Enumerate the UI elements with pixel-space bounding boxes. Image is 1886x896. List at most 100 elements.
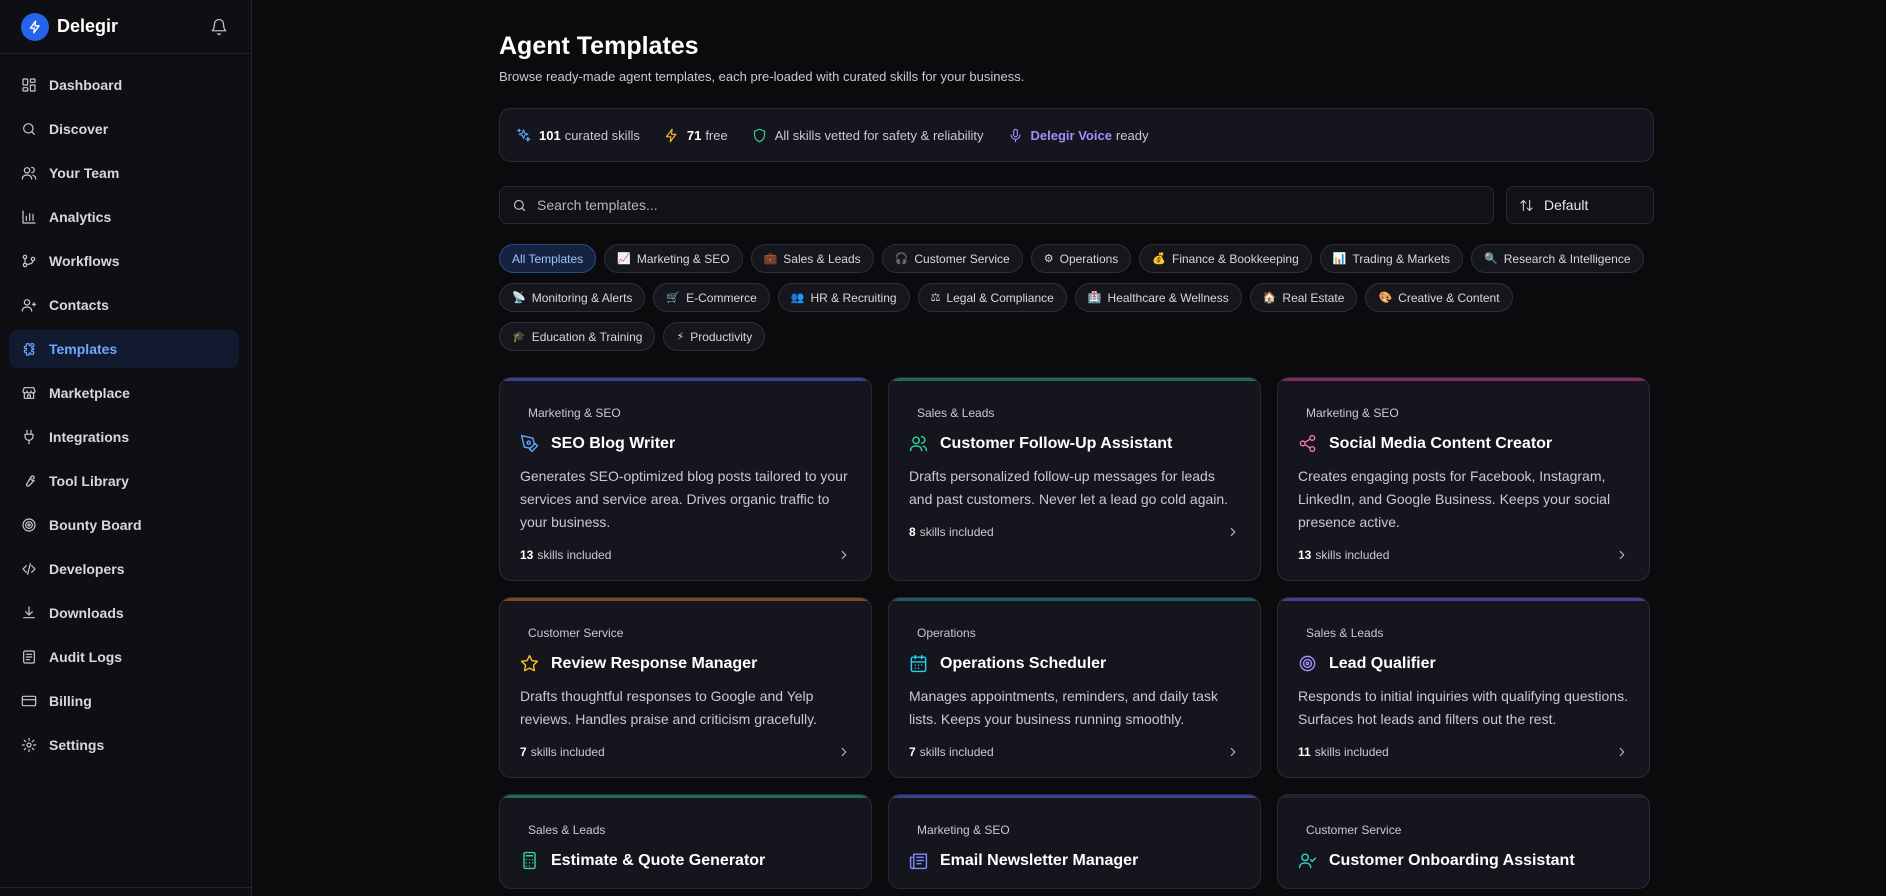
bell-icon[interactable] bbox=[208, 16, 230, 38]
card-category: Marketing & SEO bbox=[1306, 406, 1399, 420]
filter-chip-monitoring-alerts[interactable]: 📡 Monitoring & Alerts bbox=[499, 283, 646, 312]
template-card[interactable]: Marketing & SEO Social Media Content Crea… bbox=[1277, 377, 1650, 581]
skills-label: skills included bbox=[919, 745, 994, 759]
sidebar-item-audit-logs[interactable]: Audit Logs bbox=[9, 638, 239, 676]
chip-icon: ⚡ bbox=[676, 331, 685, 343]
sidebar-item-your-team[interactable]: Your Team bbox=[9, 154, 239, 192]
sidebar-item-settings[interactable]: Settings bbox=[9, 726, 239, 764]
sidebar-item-developers[interactable]: Developers bbox=[9, 550, 239, 588]
chip-icon: ⚖ bbox=[930, 292, 941, 304]
sidebar-item-contacts[interactable]: Contacts bbox=[9, 286, 239, 324]
chevron-right-icon-glyph bbox=[1230, 747, 1236, 757]
filter-chip-finance-bookkeeping[interactable]: 💰 Finance & Bookkeeping bbox=[1139, 244, 1312, 273]
sidebar-item-label: Tool Library bbox=[49, 473, 129, 489]
chevron-right-icon[interactable] bbox=[1226, 525, 1240, 539]
filter-chip-real-estate[interactable]: 🏠 Real Estate bbox=[1249, 283, 1358, 312]
chevron-right-icon[interactable] bbox=[837, 745, 851, 759]
chip-icon: 💰 bbox=[1152, 253, 1167, 265]
chip-icon: 📈 bbox=[617, 253, 631, 265]
card-category: Sales & Leads bbox=[1306, 626, 1384, 640]
template-card[interactable]: Marketing & SEO SEO Blog Writer Generates … bbox=[499, 377, 872, 581]
sidebar-item-analytics[interactable]: Analytics bbox=[9, 198, 239, 236]
sidebar-item-label: Contacts bbox=[49, 297, 109, 313]
free-count: 71 bbox=[686, 127, 702, 143]
workflow-icon bbox=[22, 254, 36, 268]
filter-chip-healthcare-wellness[interactable]: 🏥 Healthcare & Wellness bbox=[1074, 283, 1242, 312]
filter-chip-e-commerce[interactable]: 🛒 E-Commerce bbox=[653, 283, 770, 312]
filter-chip-sales-leads[interactable]: 💼 Sales & Leads bbox=[750, 244, 874, 273]
brand-name[interactable]: Delegir bbox=[57, 16, 118, 37]
card-title-row: Estimate & Quote Generator bbox=[520, 851, 851, 870]
card-description: Generates SEO-optimized blog posts tailo… bbox=[520, 468, 848, 530]
search-input[interactable] bbox=[537, 197, 1481, 213]
template-card[interactable]: Customer Service Customer Onboarding Assi… bbox=[1277, 794, 1650, 889]
chevron-right-icon-glyph bbox=[841, 747, 847, 757]
sidebar-item-workflows[interactable]: Workflows bbox=[9, 242, 239, 280]
filter-chip-all-templates[interactable]: All Templates bbox=[499, 244, 597, 273]
card-category: Marketing & SEO bbox=[528, 406, 621, 420]
template-grid: Marketing & SEO SEO Blog Writer Generates … bbox=[499, 377, 1654, 889]
filter-chip-trading-markets[interactable]: 📊 Trading & Markets bbox=[1319, 244, 1464, 273]
stat-free: 71 free bbox=[664, 128, 728, 143]
filter-chip-creative-content[interactable]: 🎨 Creative & Content bbox=[1365, 283, 1513, 312]
target-icon bbox=[1299, 655, 1316, 672]
chip-icon: 📡 bbox=[512, 292, 526, 304]
card-description: Drafts thoughtful responses to Google an… bbox=[520, 688, 817, 727]
sidebar-item-downloads[interactable]: Downloads bbox=[9, 594, 239, 632]
template-card[interactable]: Sales & Leads Lead Qualifier Responds to i… bbox=[1277, 597, 1650, 778]
chip-label: Productivity bbox=[690, 329, 753, 344]
users-icon bbox=[21, 166, 37, 180]
chevron-right-icon[interactable] bbox=[1226, 745, 1240, 759]
card-title: Estimate & Quote Generator bbox=[551, 851, 766, 869]
filter-chip-operations[interactable]: ⚙ Operations bbox=[1030, 244, 1132, 273]
filter-chip-productivity[interactable]: ⚡ Productivity bbox=[663, 322, 766, 351]
sidebar-item-integrations[interactable]: Integrations bbox=[9, 418, 239, 456]
bolt-logo-icon[interactable] bbox=[21, 12, 49, 41]
template-card[interactable]: Marketing & SEO Email Newsletter Manager bbox=[888, 794, 1261, 889]
sidebar-item-tool-library[interactable]: Tool Library bbox=[9, 462, 239, 500]
filter-chip-hr-recruiting[interactable]: 👥 HR & Recruiting bbox=[777, 283, 910, 312]
template-card[interactable]: Sales & Leads Customer Follow-Up Assistan… bbox=[888, 377, 1261, 581]
filter-chip-marketing-seo[interactable]: 📈 Marketing & SEO bbox=[604, 244, 743, 273]
chip-icon: 💼 bbox=[763, 253, 778, 265]
template-card[interactable]: Customer Service Review Response Manager D… bbox=[499, 597, 872, 778]
skills-label: skills included bbox=[537, 548, 612, 562]
sidebar-item-marketplace[interactable]: Marketplace bbox=[9, 374, 239, 412]
download-icon bbox=[23, 606, 35, 619]
sidebar-item-templates[interactable]: Templates bbox=[9, 330, 239, 368]
filter-chip-research-intelligence[interactable]: 🔍 Research & Intelligence bbox=[1471, 244, 1644, 273]
category-filters: All Templates 📈 Marketing & SEO 💼 Sales & Le… bbox=[499, 244, 1654, 351]
sidebar-item-label: Settings bbox=[49, 737, 105, 753]
vetted-label: All skills vetted for safety & reliabili… bbox=[774, 127, 984, 143]
filter-chip-education-training[interactable]: 🎓 Education & Training bbox=[499, 322, 656, 351]
skills-count: 101 bbox=[539, 127, 561, 143]
chevron-right-icon[interactable] bbox=[837, 548, 851, 562]
card-category: Operations bbox=[917, 626, 976, 640]
stats-bar: 101 curated skills 71 free All skills ve… bbox=[499, 108, 1654, 162]
sidebar-item-dashboard[interactable]: Dashboard bbox=[9, 66, 239, 104]
sidebar-item-discover[interactable]: Discover bbox=[9, 110, 239, 148]
filter-chip-legal-compliance[interactable]: ⚖ Legal & Compliance bbox=[917, 283, 1067, 312]
card-accent-line bbox=[500, 795, 871, 798]
search-box[interactable] bbox=[499, 186, 1494, 224]
template-card[interactable]: Operations Operations Scheduler Manages ap… bbox=[888, 597, 1261, 778]
chip-icon: 📊 bbox=[1332, 253, 1347, 265]
chevron-right-icon[interactable] bbox=[1615, 548, 1629, 562]
template-card[interactable]: Sales & Leads Estimate & Quote Generator bbox=[499, 794, 872, 889]
brand: Delegir bbox=[0, 0, 251, 54]
sidebar-item-billing[interactable]: Billing bbox=[9, 682, 239, 720]
wrench-icon bbox=[26, 475, 35, 487]
skills-label: skills included bbox=[919, 525, 994, 539]
filter-chip-customer-service[interactable]: 🎧 Customer Service bbox=[881, 244, 1023, 273]
contacts-icon bbox=[21, 299, 37, 312]
card-category: Marketing & SEO bbox=[917, 823, 1010, 837]
card-category: Sales & Leads bbox=[917, 406, 995, 420]
sidebar-item-label: Bounty Board bbox=[49, 517, 142, 533]
search-icon bbox=[23, 123, 35, 135]
voice-name[interactable]: Delegir Voice bbox=[1031, 128, 1112, 143]
bolt-icon bbox=[665, 128, 677, 142]
chip-label: E-Commerce bbox=[686, 290, 757, 305]
chevron-right-icon[interactable] bbox=[1615, 745, 1629, 759]
sort-dropdown[interactable]: Default bbox=[1506, 186, 1654, 224]
sidebar-item-bounty-board[interactable]: Bounty Board bbox=[9, 506, 239, 544]
